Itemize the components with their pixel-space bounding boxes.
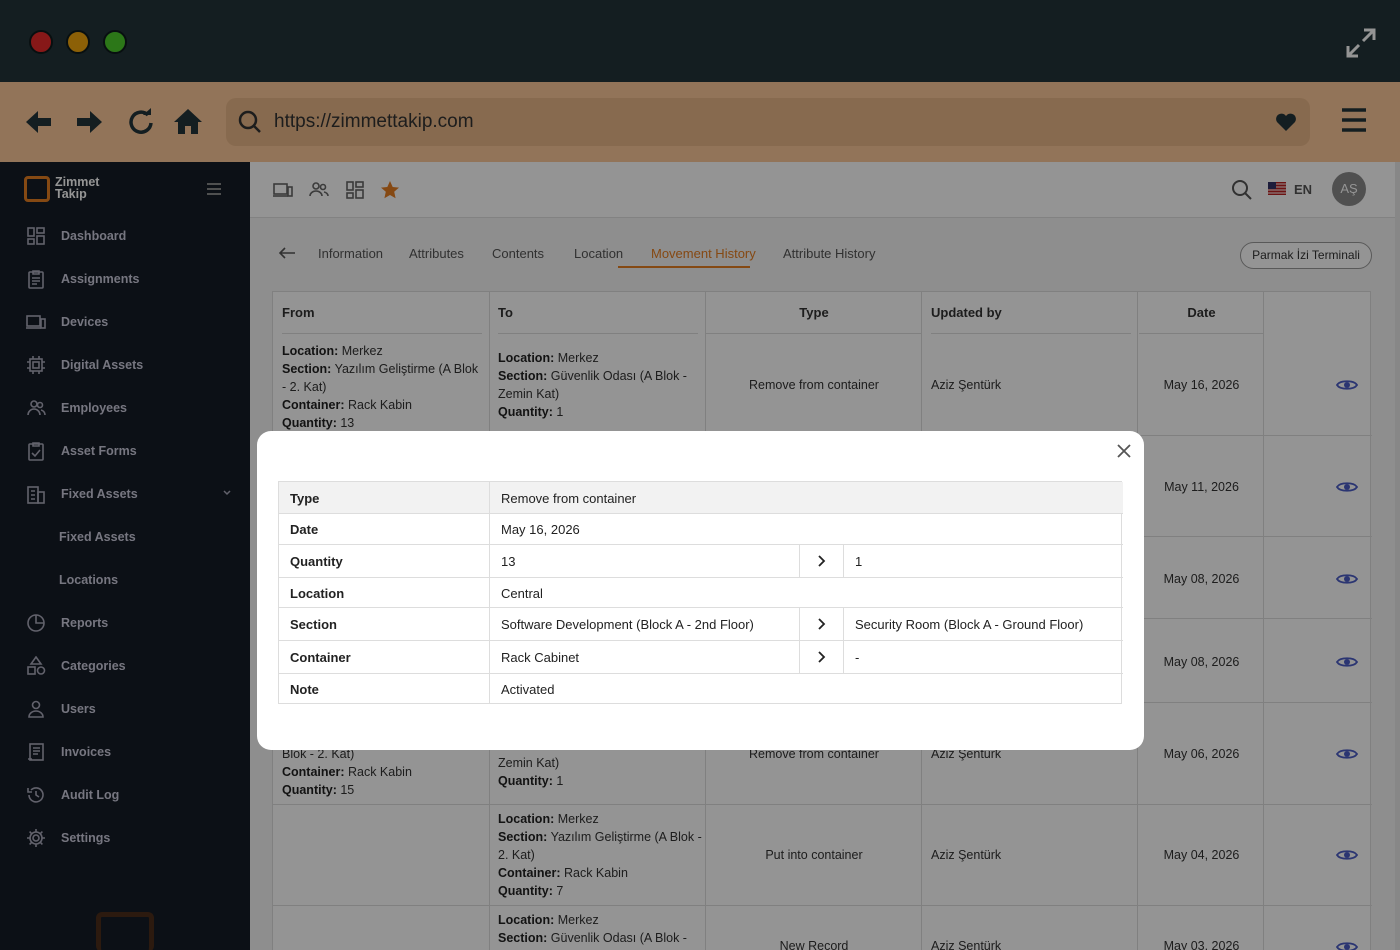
detail-row-quantity: Quantity 13 1 (279, 545, 1123, 578)
detail-row-date: Date May 16, 2026 (279, 514, 1123, 545)
detail-key: Section (290, 617, 337, 632)
column-divider (843, 545, 844, 578)
detail-value: Activated (501, 682, 555, 697)
detail-key: Date (290, 522, 319, 537)
chevron-right-icon (818, 618, 826, 630)
column-divider (843, 641, 844, 674)
column-divider (843, 608, 844, 641)
detail-key: Note (290, 682, 319, 697)
detail-value: Central (501, 586, 543, 601)
column-divider (489, 545, 490, 578)
detail-row-type: Type Remove from container (279, 482, 1123, 514)
column-divider (489, 608, 490, 641)
detail-value-from: 13 (501, 554, 516, 569)
detail-key: Container (290, 650, 351, 665)
detail-value-to: - (855, 650, 860, 665)
detail-value: Remove from container (501, 491, 637, 506)
detail-key: Type (290, 491, 320, 506)
detail-key: Location (290, 586, 345, 601)
detail-row-note: Note Activated (279, 674, 1123, 704)
detail-key: Quantity (290, 554, 343, 569)
chevron-right-icon (818, 555, 826, 567)
detail-row-location: Location Central (279, 578, 1123, 608)
close-icon[interactable] (1116, 443, 1132, 459)
detail-value-from: Software Development (Block A - 2nd Floo… (501, 617, 754, 632)
chevron-right-icon (818, 651, 826, 663)
movement-detail-table: Type Remove from container Date May 16, … (278, 481, 1123, 704)
column-divider (489, 514, 490, 545)
detail-value: May 16, 2026 (501, 522, 580, 537)
detail-row-section: Section Software Development (Block A - … (279, 608, 1123, 641)
column-divider (489, 641, 490, 674)
detail-value-to: Security Room (Block A - Ground Floor) (855, 617, 1084, 632)
column-divider (489, 674, 490, 704)
detail-row-container: Container Rack Cabinet - (279, 641, 1123, 674)
movement-detail-modal: Type Remove from container Date May 16, … (257, 431, 1144, 750)
detail-value-from: Rack Cabinet (501, 650, 580, 665)
detail-value-to: 1 (855, 554, 863, 569)
column-divider (489, 578, 490, 608)
column-divider (489, 482, 490, 514)
